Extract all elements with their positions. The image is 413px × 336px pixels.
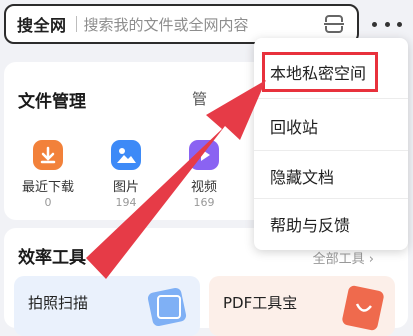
quick-item-label: 最近下载	[21, 180, 74, 195]
dot-icon	[372, 21, 377, 27]
all-tools-link[interactable]: 全部工具 ›	[313, 248, 374, 267]
tool-tile-label: 拍照扫描	[28, 294, 89, 312]
menu-divider	[254, 198, 408, 199]
quick-item-images[interactable]: 图片 194	[98, 140, 154, 209]
pdf-icon	[342, 285, 384, 331]
quick-item-label: 图片	[112, 180, 139, 195]
efficiency-tools-title: 效率工具	[18, 248, 86, 268]
search-divider	[75, 16, 77, 32]
menu-item-hidden-documents[interactable]: 隐藏文档	[270, 164, 334, 188]
annotation-highlight-box	[262, 52, 378, 92]
download-icon	[33, 140, 63, 170]
dot-icon	[384, 21, 390, 27]
more-options-button[interactable]	[372, 16, 402, 32]
quick-item-count: 169	[193, 196, 215, 209]
quick-item-count: 0	[44, 196, 52, 209]
quick-item-videos[interactable]: 视频 169	[176, 140, 232, 209]
image-icon	[111, 140, 141, 170]
quick-item-label: 视频	[190, 180, 217, 195]
menu-item-help-feedback[interactable]: 帮助与反馈	[270, 212, 350, 236]
search-scope-label[interactable]: 搜全网	[6, 12, 67, 36]
quick-item-recent-downloads[interactable]: 最近下载 0	[20, 140, 76, 209]
menu-item-recycle-bin[interactable]: 回收站	[270, 114, 318, 138]
file-management-more-link[interactable]: 管	[192, 88, 207, 109]
tool-tile-photo-scan[interactable]: 拍照扫描	[14, 276, 200, 336]
tool-tile-label: PDF工具宝	[223, 294, 298, 312]
video-icon	[189, 140, 219, 170]
file-management-title: 文件管理	[18, 92, 86, 112]
quick-item-count: 194	[115, 196, 137, 209]
tool-tile-pdf-tools[interactable]: PDF工具宝	[209, 276, 395, 336]
menu-divider	[254, 150, 408, 151]
scan-icon	[147, 287, 187, 327]
menu-divider	[254, 98, 408, 99]
search-input[interactable]: 搜索我的文件或全网内容	[84, 14, 321, 35]
dot-icon	[397, 21, 402, 27]
scan-icon[interactable]	[321, 11, 347, 37]
